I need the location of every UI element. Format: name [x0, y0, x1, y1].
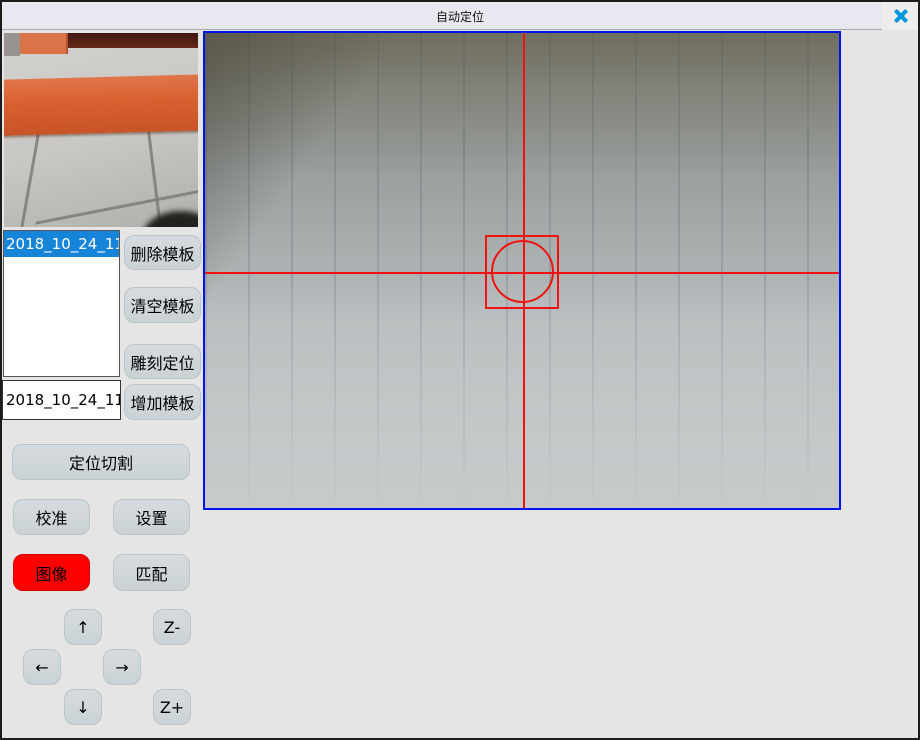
template-name-input[interactable] — [2, 380, 121, 420]
thumbnail-maroon-strip — [64, 33, 198, 48]
thumbnail-orange-beam — [4, 74, 198, 135]
camera-thumbnail — [4, 33, 198, 227]
engrave-position-button[interactable]: 雕刻定位 — [124, 344, 201, 379]
settings-button[interactable]: 设置 — [113, 499, 190, 535]
image-button[interactable]: 图像 — [13, 554, 90, 591]
arrow-right-icon: → — [115, 658, 128, 677]
jog-z-minus-button[interactable]: Z- — [153, 609, 191, 645]
arrow-left-icon: ← — [35, 658, 48, 677]
close-button[interactable] — [882, 2, 918, 30]
arrow-down-icon: ↓ — [76, 698, 89, 717]
template-list[interactable]: 2018_10_24_11 — [3, 230, 120, 377]
jog-left-button[interactable]: ← — [23, 649, 61, 685]
thumbnail-orange-patch — [20, 33, 68, 54]
jog-z-plus-button[interactable]: Z+ — [153, 689, 191, 725]
title-bar: 自动定位 — [2, 2, 918, 30]
delete-template-button[interactable]: 删除模板 — [124, 235, 201, 270]
match-button[interactable]: 匹配 — [113, 554, 190, 591]
arrow-up-icon: ↑ — [76, 618, 89, 637]
thumbnail-grey-patch — [4, 33, 20, 56]
jog-up-button[interactable]: ↑ — [64, 609, 102, 645]
template-list-item-selected[interactable]: 2018_10_24_11 — [4, 231, 119, 257]
close-icon — [892, 8, 908, 24]
thumbnail-dark-object — [142, 211, 198, 227]
jog-down-button[interactable]: ↓ — [64, 689, 102, 725]
clear-templates-button[interactable]: 清空模板 — [124, 287, 201, 323]
thumbnail-tile-line — [146, 125, 164, 227]
crosshair-target-circle — [491, 240, 554, 303]
position-cut-button[interactable]: 定位切割 — [12, 444, 190, 480]
jog-right-button[interactable]: → — [103, 649, 141, 685]
calibrate-button[interactable]: 校准 — [13, 499, 90, 535]
camera-live-view[interactable] — [203, 31, 841, 510]
thumbnail-tile-line — [18, 126, 41, 227]
add-template-button[interactable]: 增加模板 — [124, 384, 201, 420]
auto-position-dialog: 自动定位 2018_10_24_11 删除模板 清空模板 雕刻定位 增加模板 定… — [0, 0, 920, 740]
page-title: 自动定位 — [2, 2, 918, 30]
